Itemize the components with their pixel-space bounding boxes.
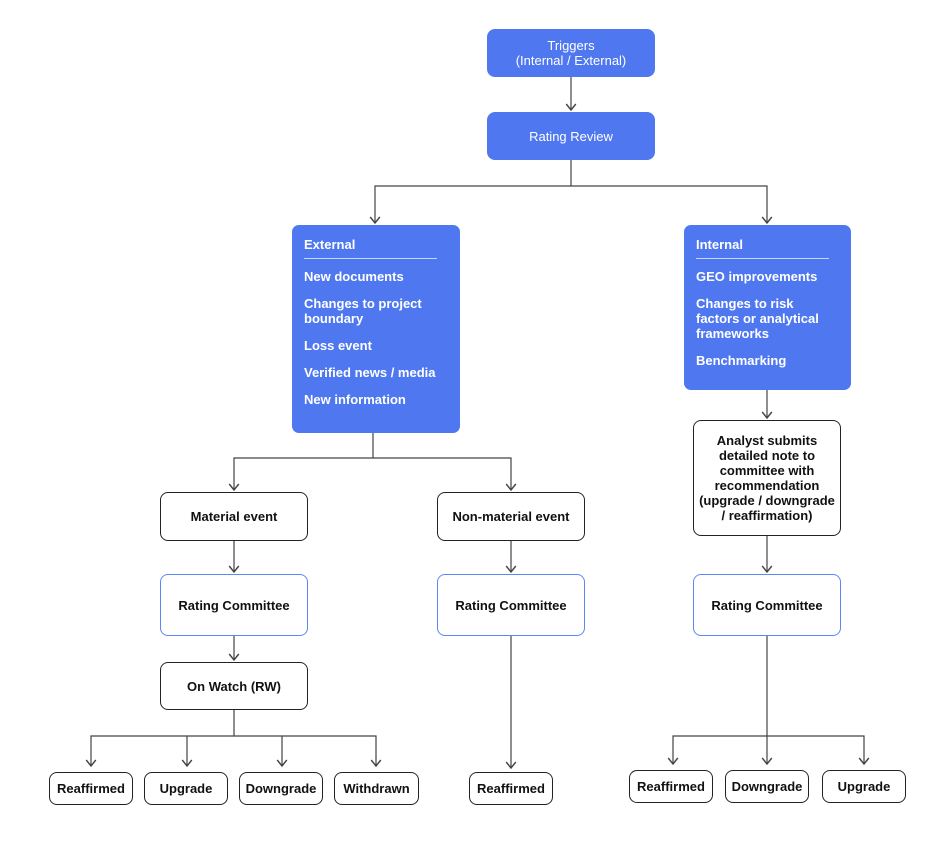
material-event-node: Material event bbox=[160, 492, 308, 541]
outcome-reaffirmed: Reaffirmed bbox=[629, 770, 713, 803]
rating-review-flowchart: Triggers (Internal / External) Rating Re… bbox=[0, 0, 944, 843]
analyst-note-node: Analyst submits detailed note to committ… bbox=[693, 420, 841, 536]
internal-item: Benchmarking bbox=[696, 353, 787, 368]
outcome-upgrade: Upgrade bbox=[822, 770, 906, 803]
rating-committee-non-material: Rating Committee bbox=[437, 574, 585, 636]
outcome-withdrawn: Withdrawn bbox=[334, 772, 419, 805]
non-material-event-node: Non-material event bbox=[437, 492, 585, 541]
rating-committee-material: Rating Committee bbox=[160, 574, 308, 636]
rating-committee-internal: Rating Committee bbox=[693, 574, 841, 636]
external-panel: External New documents Changes to projec… bbox=[292, 225, 460, 433]
external-item: New information bbox=[304, 392, 406, 407]
internal-title: Internal bbox=[696, 237, 829, 259]
external-title: External bbox=[304, 237, 437, 259]
outcome-reaffirmed: Reaffirmed bbox=[49, 772, 133, 805]
internal-panel: Internal GEO improvements Changes to ris… bbox=[684, 225, 851, 390]
external-item: New documents bbox=[304, 269, 404, 284]
outcome-upgrade: Upgrade bbox=[144, 772, 228, 805]
outcome-downgrade: Downgrade bbox=[239, 772, 323, 805]
on-watch-node: On Watch (RW) bbox=[160, 662, 308, 710]
internal-item: GEO improvements bbox=[696, 269, 818, 284]
external-item: Changes to project boundary bbox=[304, 296, 422, 326]
external-item: Loss event bbox=[304, 338, 372, 353]
outcome-reaffirmed: Reaffirmed bbox=[469, 772, 553, 805]
triggers-node: Triggers (Internal / External) bbox=[487, 29, 655, 77]
outcome-downgrade: Downgrade bbox=[725, 770, 809, 803]
rating-review-node: Rating Review bbox=[487, 112, 655, 160]
external-item: Verified news / media bbox=[304, 365, 436, 380]
internal-item: Changes to risk factors or analytical fr… bbox=[696, 296, 819, 341]
